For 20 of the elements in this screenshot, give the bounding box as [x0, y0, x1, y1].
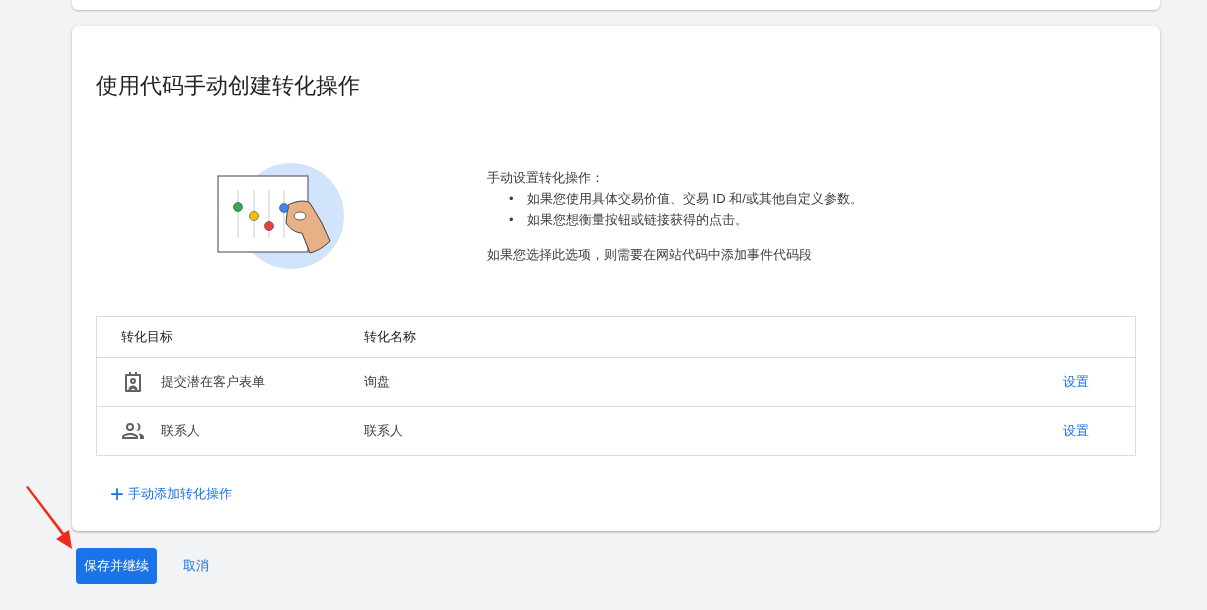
section-title: 使用代码手动创建转化操作	[96, 72, 361, 100]
bullet-text: 如果您想衡量按钮或链接获得的点击。	[527, 211, 748, 229]
column-header: 转化名称	[364, 328, 417, 346]
annotation-arrow	[24, 485, 74, 551]
cancel-button[interactable]: 取消	[183, 557, 209, 575]
save-continue-button[interactable]: 保存并继续	[76, 548, 157, 584]
table-cell: 提交潜在客户表单	[161, 373, 265, 391]
table-cell: 联系人	[161, 422, 200, 440]
table-cell-text: 询盘	[364, 373, 391, 391]
setup-link[interactable]: 设置	[1063, 373, 1089, 391]
note-text: 如果您选择此选项，则需要在网站代码中添加事件代码段	[487, 246, 813, 264]
add-conversion-label: 手动添加转化操作	[128, 485, 232, 503]
column-header: 转化目标	[121, 328, 174, 346]
plus-icon: +	[110, 484, 124, 504]
table-cell-text: 联系人	[364, 422, 404, 440]
bullet-text: 如果您使用具体交易价值、交易 ID 和/或其他自定义参数。	[527, 190, 863, 208]
bullet-marker: •	[509, 211, 515, 229]
intro-text: 手动设置转化操作：	[487, 169, 605, 187]
bullet-marker: •	[509, 190, 515, 208]
setup-link[interactable]: 设置	[1063, 422, 1089, 440]
